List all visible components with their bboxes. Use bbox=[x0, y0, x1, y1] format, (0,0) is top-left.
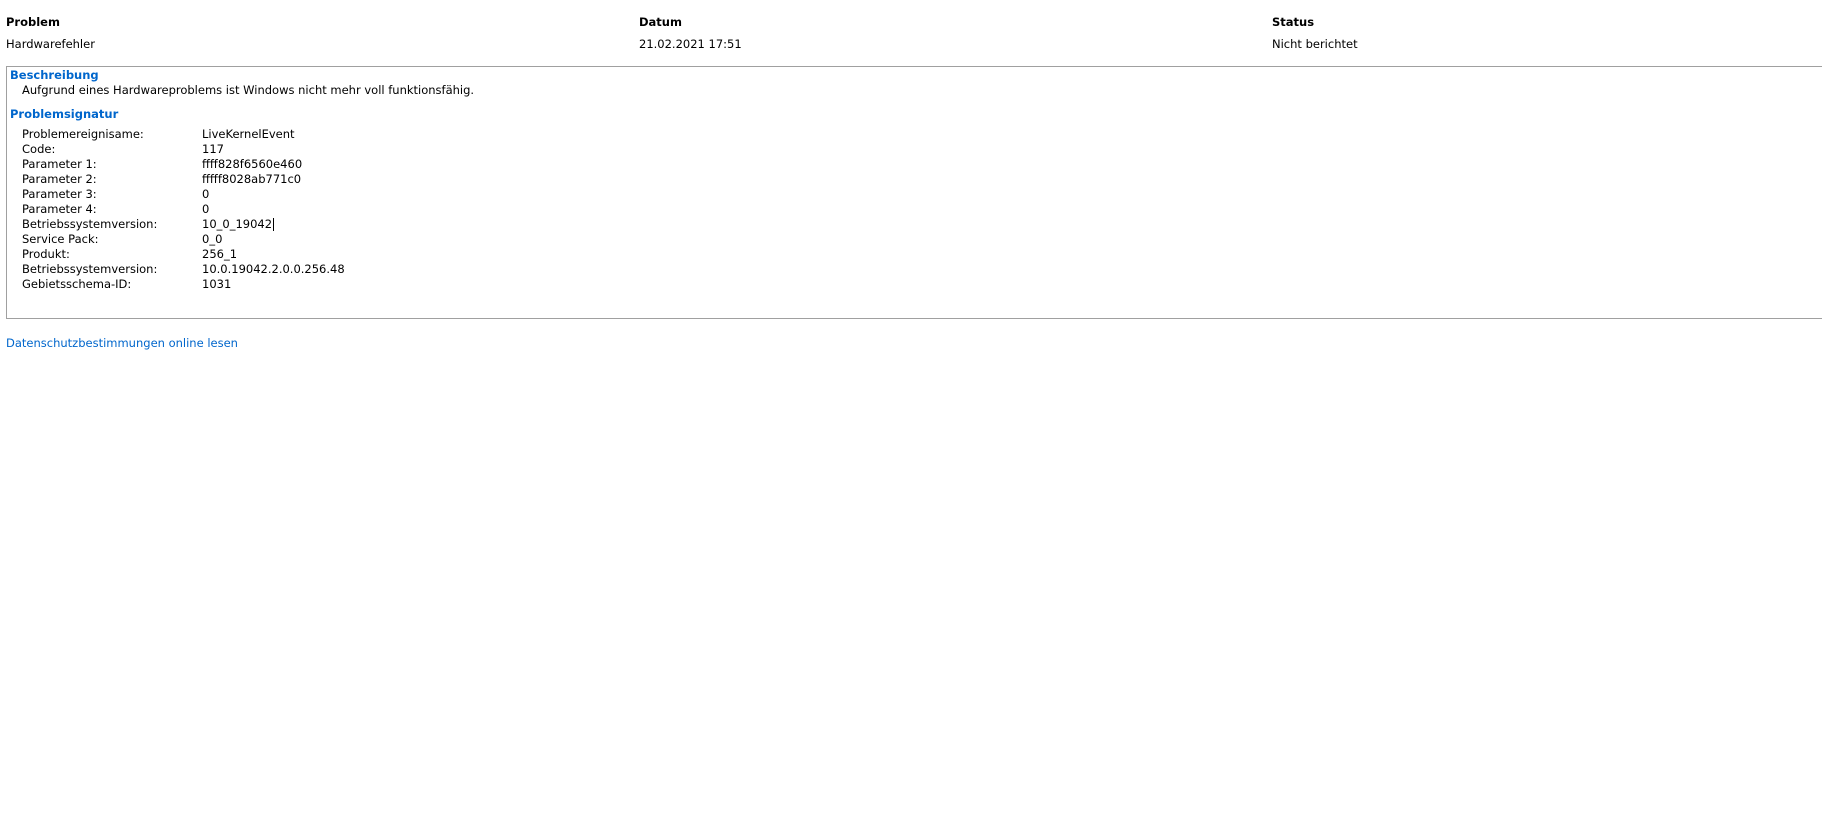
signature-value: 0 bbox=[202, 202, 210, 216]
signature-value: fffff8028ab771c0 bbox=[202, 172, 302, 186]
signature-label: Parameter 4: bbox=[22, 202, 97, 216]
signature-value: ffff828f6560e460 bbox=[202, 157, 303, 171]
signature-label: Problemereignisame: bbox=[22, 127, 144, 141]
status-heading: Status bbox=[1272, 15, 1315, 29]
signature-label: Betriebssystemversion: bbox=[22, 217, 158, 231]
signature-label: Produkt: bbox=[22, 247, 70, 261]
signature-label: Code: bbox=[22, 142, 56, 156]
problem-signature-title: Problemsignatur bbox=[10, 107, 119, 121]
signature-value-with-cursor[interactable]: 10_0_19042 bbox=[202, 217, 275, 232]
signature-label: Parameter 2: bbox=[22, 172, 97, 186]
signature-value: 1031 bbox=[202, 277, 232, 291]
signature-label: Parameter 3: bbox=[22, 187, 97, 201]
status-column: Status Nicht berichtet bbox=[1272, 14, 1358, 52]
signature-label: Service Pack: bbox=[22, 232, 99, 246]
problem-heading: Problem bbox=[6, 15, 60, 29]
date-heading: Datum bbox=[639, 15, 682, 29]
problem-column: Problem Hardwarefehler bbox=[6, 14, 95, 52]
signature-value-text: 10_0_19042 bbox=[202, 217, 273, 231]
date-value: 21.02.2021 17:51 bbox=[639, 37, 742, 51]
signature-value: 117 bbox=[202, 142, 224, 156]
privacy-statement-link[interactable]: Datenschutzbestimmungen online lesen bbox=[6, 336, 238, 351]
signature-label: Gebietsschema-ID: bbox=[22, 277, 132, 291]
text-cursor bbox=[273, 218, 275, 231]
status-value: Nicht berichtet bbox=[1272, 37, 1358, 51]
signature-value: 0 bbox=[202, 187, 210, 201]
description-title: Beschreibung bbox=[10, 68, 99, 82]
date-column: Datum 21.02.2021 17:51 bbox=[639, 14, 742, 52]
signature-label: Betriebssystemversion: bbox=[22, 262, 158, 276]
problem-summary-header: Problem Hardwarefehler Datum 21.02.2021 … bbox=[6, 14, 1822, 54]
problem-value: Hardwarefehler bbox=[6, 37, 95, 51]
signature-label: Parameter 1: bbox=[22, 157, 97, 171]
signature-value: LiveKernelEvent bbox=[202, 127, 295, 141]
problem-details-panel[interactable]: Beschreibung Aufgrund eines Hardwareprob… bbox=[6, 66, 1822, 319]
signature-value: 0_0 bbox=[202, 232, 223, 246]
description-text: Aufgrund eines Hardwareproblems ist Wind… bbox=[22, 83, 475, 97]
signature-value: 10.0.19042.2.0.0.256.48 bbox=[202, 262, 345, 276]
signature-value: 256_1 bbox=[202, 247, 238, 261]
